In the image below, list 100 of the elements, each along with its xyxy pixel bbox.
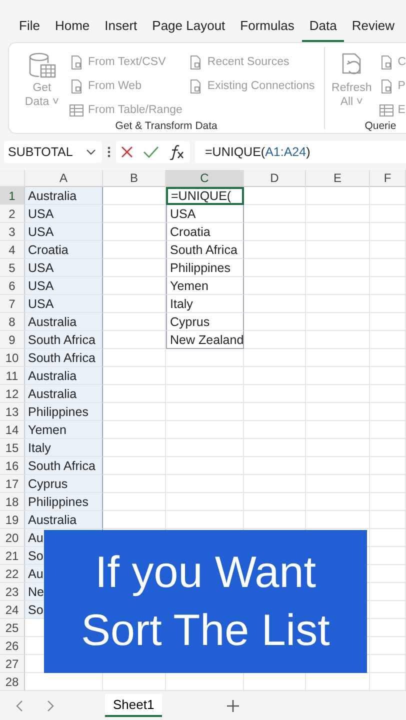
table-cell: USA xyxy=(25,205,103,223)
empty-cell xyxy=(244,367,306,385)
table-cell: Australia xyxy=(25,187,103,205)
formula-field[interactable]: =UNIQUE(A1:A24) xyxy=(195,141,406,163)
row-header[interactable]: 9 xyxy=(0,331,25,349)
empty-cell xyxy=(370,619,406,637)
row-header[interactable]: 8 xyxy=(0,313,25,331)
row-header[interactable]: 23 xyxy=(0,583,25,601)
empty-cell xyxy=(306,403,370,421)
row-header[interactable]: 20 xyxy=(0,529,25,547)
cancel-icon[interactable] xyxy=(120,145,134,159)
group-label: Querie xyxy=(364,120,398,133)
empty-cell xyxy=(244,241,306,259)
sheet-tab[interactable]: Sheet1 xyxy=(105,694,162,717)
empty-cell xyxy=(244,277,306,295)
table-cell: New Zealand xyxy=(166,331,244,349)
row-header[interactable]: 19 xyxy=(0,511,25,529)
empty-cell xyxy=(370,259,406,277)
table-cell: =UNIQUE( xyxy=(166,187,244,205)
empty-cell xyxy=(370,421,406,439)
column-header[interactable]: B xyxy=(103,170,166,187)
ribbon-tab[interactable]: Formulas xyxy=(233,12,302,42)
column-header[interactable]: A xyxy=(25,170,103,187)
empty-cell xyxy=(244,511,306,529)
row-header[interactable]: 6 xyxy=(0,277,25,295)
more-icon[interactable] xyxy=(107,145,111,159)
column-header[interactable]: C xyxy=(166,170,244,187)
table-cell: USA xyxy=(25,277,103,295)
empty-cell xyxy=(306,421,370,439)
row-header[interactable]: 16 xyxy=(0,457,25,475)
table-cell: Philippines xyxy=(166,259,244,277)
ribbon-tab[interactable]: Insert xyxy=(98,12,144,42)
row-header[interactable]: 7 xyxy=(0,295,25,313)
ribbon-tab[interactable]: Page Layout xyxy=(145,12,232,42)
empty-cell xyxy=(370,367,406,385)
empty-cell xyxy=(370,349,406,367)
row-header[interactable]: 18 xyxy=(0,493,25,511)
empty-cell xyxy=(370,295,406,313)
empty-cell xyxy=(244,421,306,439)
table-cell: Australia xyxy=(25,511,103,529)
add-icon[interactable] xyxy=(226,698,240,712)
empty-cell xyxy=(370,331,406,349)
empty-cell xyxy=(244,331,306,349)
ribbon-tab[interactable]: Home xyxy=(48,12,97,42)
ribbon-tab[interactable]: File xyxy=(12,12,47,42)
column-header[interactable]: D xyxy=(244,170,306,187)
row-header[interactable]: 24 xyxy=(0,601,25,619)
chevron-left-icon[interactable] xyxy=(15,700,25,712)
row-header[interactable]: 14 xyxy=(0,421,25,439)
row-header[interactable]: 28 xyxy=(0,673,25,691)
empty-cell xyxy=(370,241,406,259)
empty-cell xyxy=(306,241,370,259)
table-icon xyxy=(69,102,84,118)
column-header[interactable]: F xyxy=(370,170,406,187)
ribbon-tab[interactable]: Review xyxy=(344,12,402,42)
table-cell: Australia xyxy=(25,313,103,331)
table-cell: USA xyxy=(25,295,103,313)
empty-cell xyxy=(370,565,406,583)
row-header[interactable]: 13 xyxy=(0,403,25,421)
row-header[interactable]: 2 xyxy=(0,205,25,223)
row-header[interactable]: 22 xyxy=(0,565,25,583)
row-header[interactable]: 27 xyxy=(0,655,25,673)
empty-cell xyxy=(370,187,406,205)
row-header[interactable]: 11 xyxy=(0,367,25,385)
empty-cell xyxy=(306,439,370,457)
row-header[interactable]: 10 xyxy=(0,349,25,367)
row-header[interactable]: 5 xyxy=(0,259,25,277)
row-header[interactable]: 1 xyxy=(0,187,25,205)
table-cell: USA xyxy=(166,205,244,223)
empty-cell xyxy=(370,547,406,565)
chevron-right-icon[interactable] xyxy=(45,700,55,712)
document-icon xyxy=(378,54,394,70)
table-cell: Australia xyxy=(25,367,103,385)
empty-cell xyxy=(306,187,370,205)
table-cell: Croatia xyxy=(25,241,103,259)
row-header[interactable]: 3 xyxy=(0,223,25,241)
name-box[interactable]: SUBTOTAL xyxy=(4,141,102,163)
empty-cell xyxy=(244,223,306,241)
document-icon xyxy=(378,78,394,94)
table-cell: South Africa xyxy=(25,457,103,475)
empty-cell xyxy=(244,349,306,367)
table-cell: Yemen xyxy=(25,421,103,439)
table-cell: Cyprus xyxy=(25,475,103,493)
empty-cell xyxy=(370,637,406,655)
group-label: Get & Transform Data xyxy=(114,120,218,133)
row-header[interactable]: 15 xyxy=(0,439,25,457)
checkmark-icon[interactable] xyxy=(142,145,159,159)
empty-cell xyxy=(244,385,306,403)
empty-cell xyxy=(370,529,406,547)
row-header[interactable]: 4 xyxy=(0,241,25,259)
row-header[interactable]: 26 xyxy=(0,637,25,655)
table-cell: South Africa xyxy=(25,331,103,349)
column-header[interactable]: E xyxy=(306,170,370,187)
row-header[interactable]: 25 xyxy=(0,619,25,637)
function-icon[interactable] xyxy=(168,144,186,160)
row-header[interactable]: 17 xyxy=(0,475,25,493)
row-header[interactable]: 21 xyxy=(0,547,25,565)
empty-cell xyxy=(306,457,370,475)
row-header[interactable]: 12 xyxy=(0,385,25,403)
document-icon xyxy=(188,54,204,70)
